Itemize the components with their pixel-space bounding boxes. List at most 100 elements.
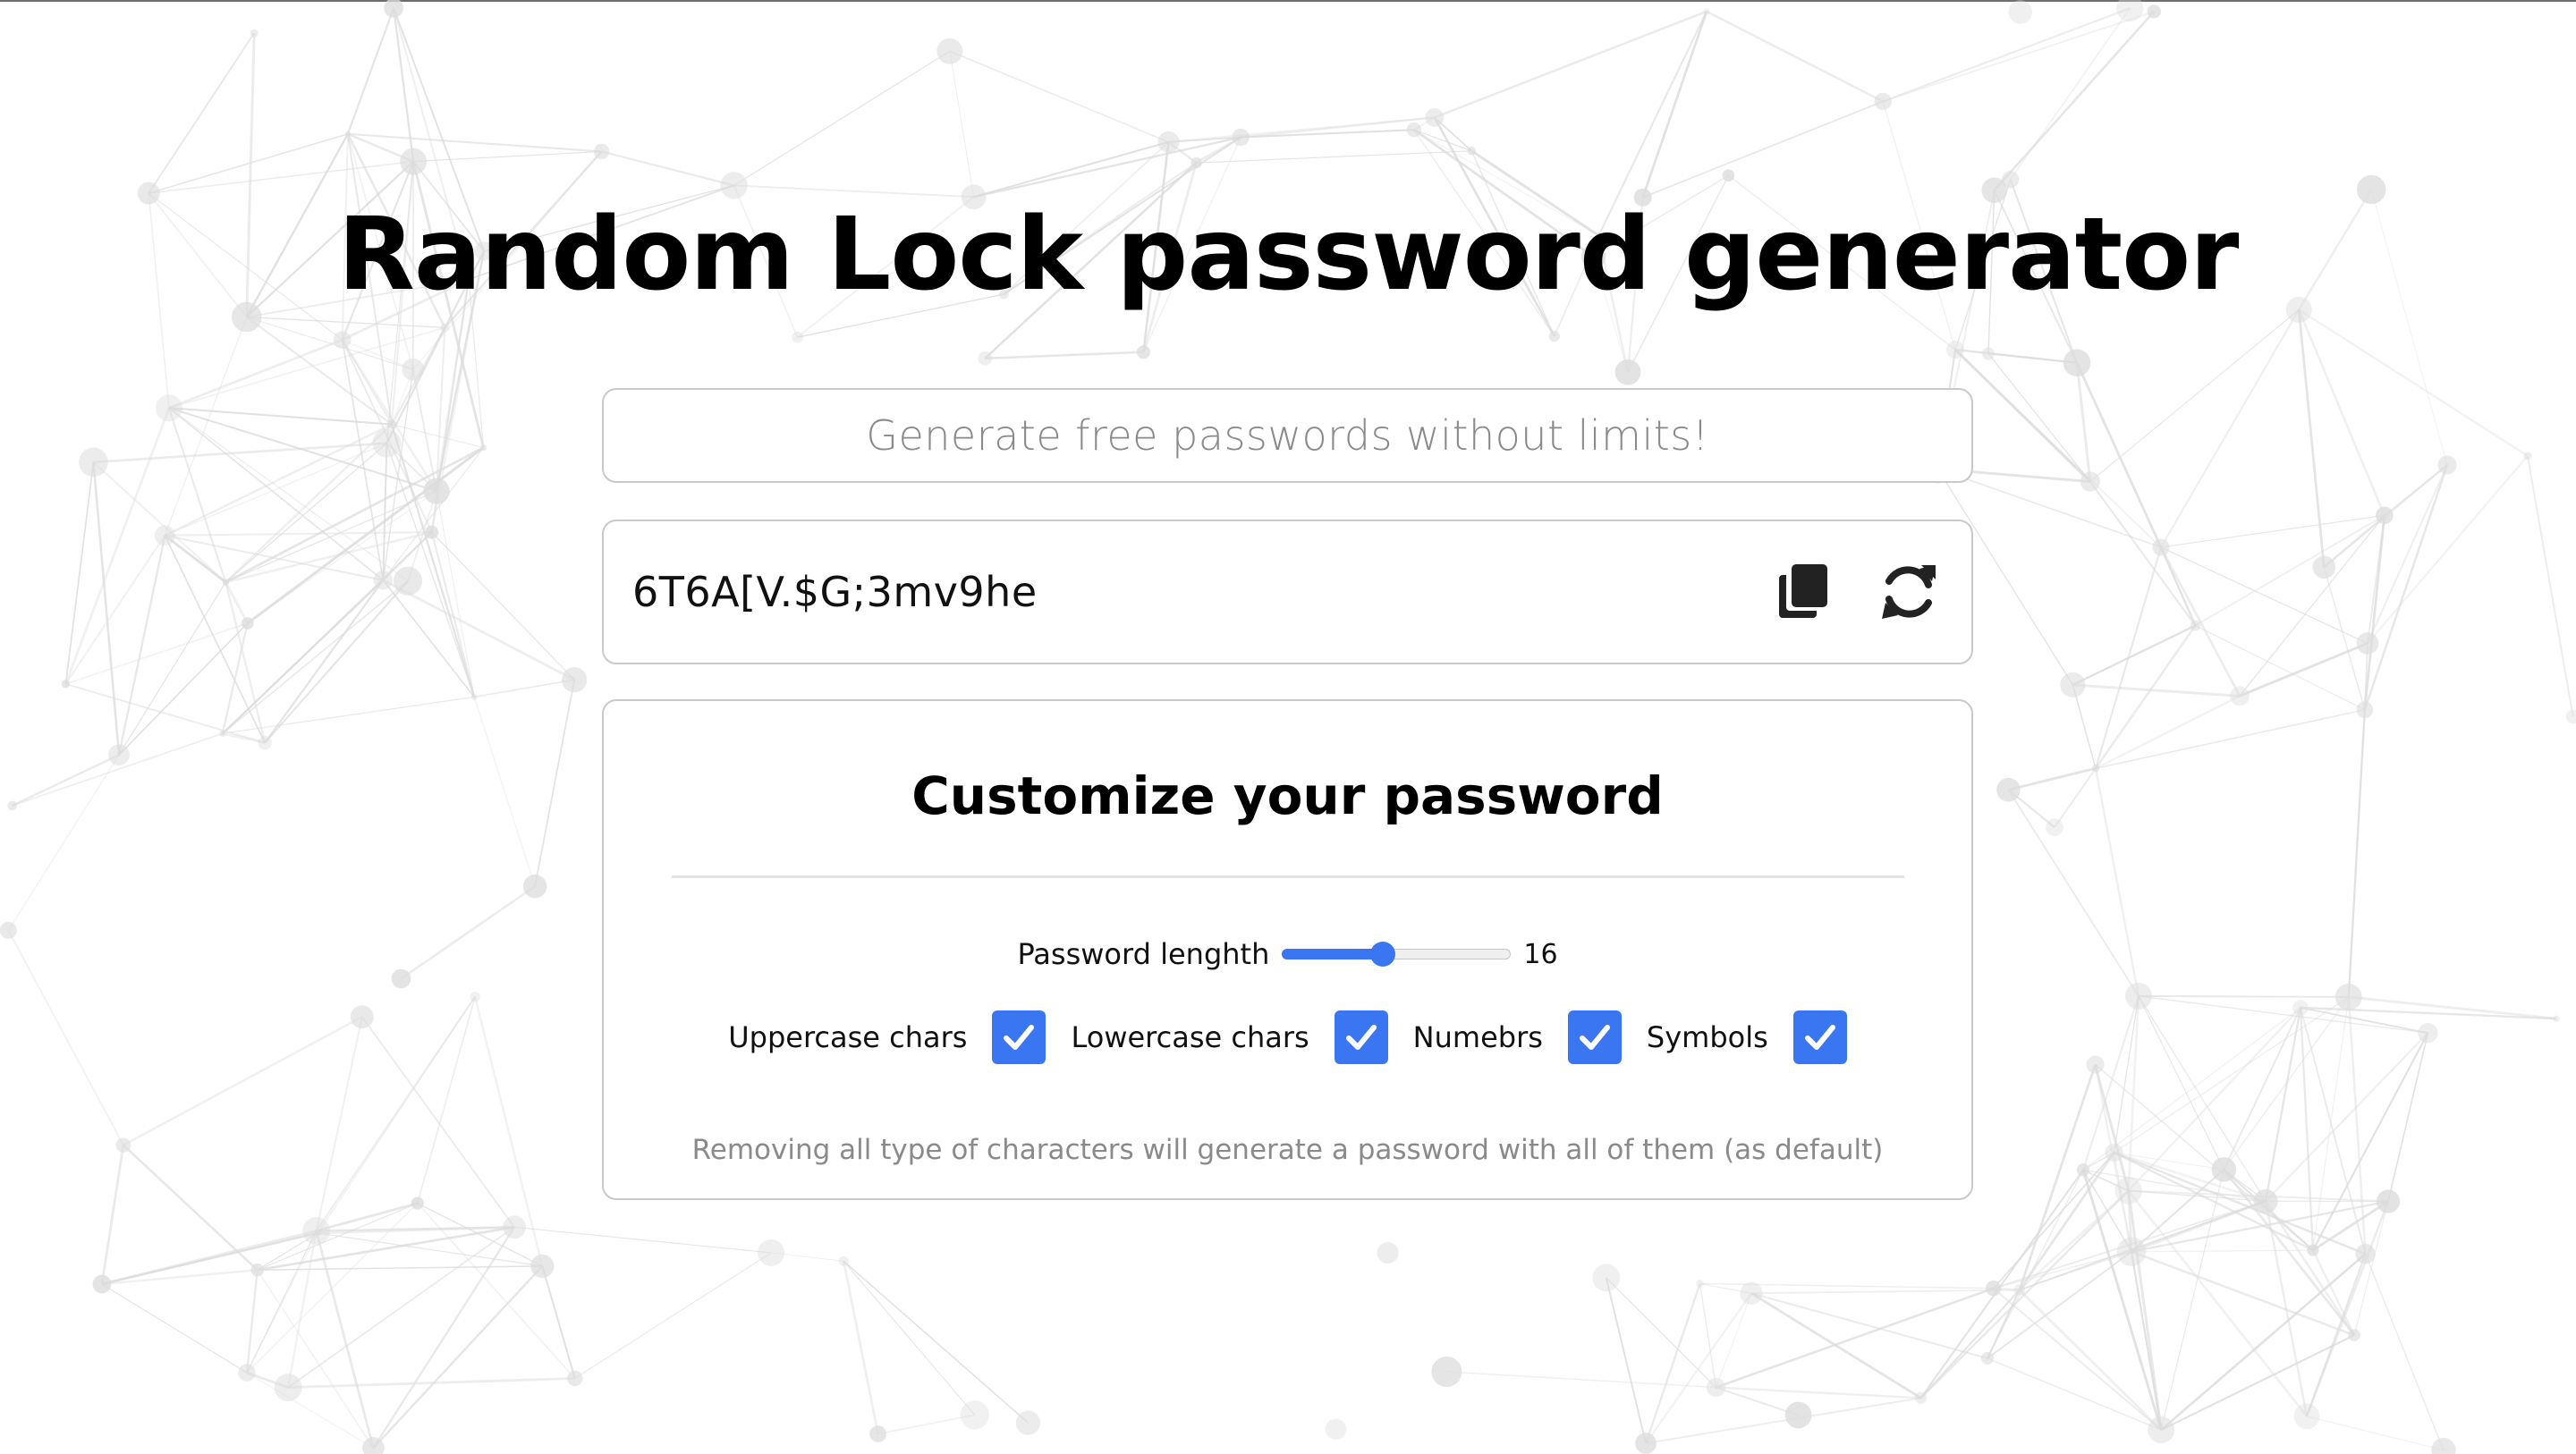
network-node	[936, 38, 963, 64]
network-line	[2075, 362, 2092, 482]
network-node	[2002, 171, 2020, 189]
network-node	[2431, 1437, 2456, 1454]
network-line	[101, 1283, 248, 1374]
network-node	[2152, 538, 2170, 556]
network-line	[164, 317, 248, 537]
network-line	[1605, 1277, 1648, 1444]
network-line	[245, 1270, 258, 1374]
network-node	[2355, 1244, 2376, 1264]
network-line	[1993, 1287, 2162, 1431]
uppercase-checkbox[interactable]	[992, 1010, 1046, 1064]
network-line	[877, 1414, 975, 1435]
network-node	[2230, 686, 2250, 706]
network-line	[2195, 514, 2385, 627]
network-line	[346, 7, 395, 135]
copy-button[interactable]	[1772, 560, 1836, 624]
network-line	[1641, 11, 1708, 199]
option-numbers: Numebrs	[1413, 1010, 1622, 1064]
network-node	[1467, 147, 1476, 156]
network-node	[384, 0, 404, 18]
network-node	[479, 444, 487, 452]
network-node	[567, 1370, 583, 1387]
network-node	[792, 331, 804, 343]
network-line	[2305, 1201, 2390, 1417]
slider-fill	[1282, 949, 1384, 959]
network-node	[2211, 1157, 2237, 1182]
network-node	[2105, 1143, 2123, 1162]
tagline-text: Generate free passwords without limits!	[866, 411, 1709, 460]
network-line	[100, 1145, 125, 1285]
network-line	[222, 579, 385, 735]
option-lowercase: Lowercase chars	[1071, 1010, 1388, 1064]
network-node	[522, 874, 547, 899]
network-line	[1434, 10, 1707, 119]
regenerate-button[interactable]	[1877, 560, 1941, 624]
network-line	[2072, 684, 2097, 769]
network-node	[92, 1274, 112, 1294]
network-node	[425, 525, 439, 539]
network-node	[2356, 632, 2379, 655]
network-line	[341, 339, 385, 580]
network-node	[344, 131, 352, 137]
network-node	[1157, 131, 1180, 153]
checkmark-icon	[1345, 1025, 1377, 1050]
network-node	[2376, 1189, 2401, 1213]
slider-thumb[interactable]	[1370, 942, 1396, 967]
generated-password[interactable]: 6T6A[V.$G;3mv9he	[632, 568, 1038, 616]
network-node	[79, 447, 108, 478]
network-node	[2376, 506, 2394, 525]
network-node	[258, 735, 272, 750]
network-line	[2072, 683, 2241, 697]
network-line	[2160, 514, 2385, 548]
network-line	[2159, 546, 2241, 697]
network-node	[1592, 1264, 1621, 1292]
network-line	[1645, 1292, 1752, 1444]
network-line	[372, 1265, 544, 1450]
network-line	[7, 929, 124, 1146]
network-node	[1015, 1410, 1041, 1435]
network-node	[2553, 1015, 2560, 1022]
password-length-slider[interactable]	[1282, 936, 1512, 972]
numbers-checkbox[interactable]	[1567, 1010, 1622, 1064]
network-line	[225, 446, 485, 584]
network-line	[2160, 1334, 2355, 1431]
network-node	[372, 428, 402, 458]
network-line	[361, 1016, 515, 1228]
network-line	[372, 1226, 516, 1449]
password-box: 6T6A[V.$G;3mv9he	[602, 520, 1973, 664]
network-line	[1987, 1289, 2021, 1359]
network-line	[473, 697, 536, 887]
network-node	[2148, 1416, 2175, 1444]
network-line	[2239, 642, 2368, 697]
network-line	[225, 581, 267, 743]
network-line	[168, 407, 393, 426]
network-node	[1945, 340, 1965, 359]
network-line	[1715, 1293, 1752, 1388]
option-lowercase-label: Lowercase chars	[1071, 1020, 1309, 1054]
network-node	[1980, 1351, 1995, 1365]
network-line	[2265, 1032, 2429, 1202]
network-line	[118, 581, 226, 756]
network-node	[440, 323, 450, 333]
network-node	[1635, 1433, 1657, 1454]
network-line	[2298, 309, 2529, 457]
network-line	[65, 682, 266, 744]
network-node	[2080, 471, 2100, 492]
network-node	[1914, 1391, 1928, 1405]
lowercase-checkbox[interactable]	[1334, 1010, 1388, 1064]
network-line	[65, 622, 248, 685]
network-node	[960, 1400, 990, 1430]
symbols-checkbox[interactable]	[1792, 1010, 1847, 1064]
network-node	[1431, 1356, 1462, 1387]
network-node	[1377, 1242, 1399, 1264]
network-node	[2292, 1000, 2309, 1016]
network-node	[115, 1137, 131, 1153]
network-line	[2082, 1169, 2267, 1202]
network-line	[1954, 348, 2078, 364]
network-node	[2293, 1403, 2320, 1430]
network-line	[246, 1232, 318, 1374]
network-node	[470, 694, 478, 700]
network-node	[219, 730, 226, 737]
network-node	[333, 331, 352, 349]
network-node	[593, 143, 610, 160]
